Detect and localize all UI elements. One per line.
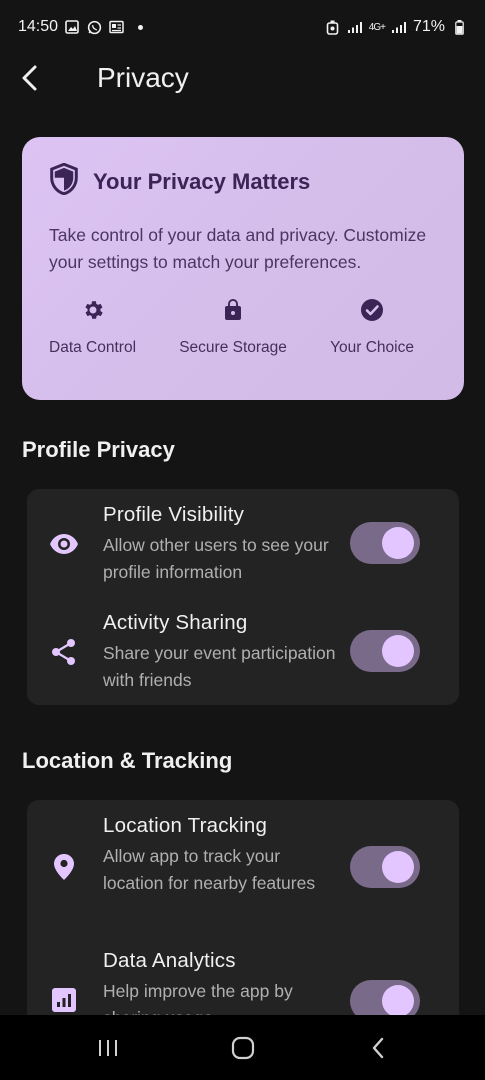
recent-apps-button[interactable]	[78, 1028, 138, 1068]
back-nav-button[interactable]	[348, 1028, 408, 1068]
signal-icon	[347, 19, 363, 35]
toggle-knob	[382, 527, 414, 559]
setting-title: Activity Sharing	[103, 611, 248, 634]
gallery-icon	[64, 19, 80, 35]
check-circle-icon	[360, 298, 384, 327]
status-bar: 14:50 4G+ 71%	[0, 0, 485, 54]
back-arrow-icon	[22, 65, 37, 91]
status-time: 14:50	[18, 18, 59, 35]
location-tracking-toggle[interactable]	[350, 846, 420, 888]
location-tracking-card: Location Tracking Allow app to track you…	[27, 800, 459, 1040]
hero-description: Take control of your data and privacy. C…	[49, 225, 427, 272]
feature-label: Your Choice	[330, 339, 414, 356]
battery-percent: 71%	[412, 18, 445, 35]
alarm-icon	[325, 19, 341, 35]
setting-description: Allow other users to see your profile in…	[103, 535, 329, 582]
section-title-profile-privacy: Profile Privacy	[22, 437, 175, 462]
network-type: 4G+	[368, 21, 386, 33]
profile-visibility-toggle[interactable]	[350, 522, 420, 564]
system-navigation-bar	[0, 1015, 485, 1080]
feature-label: Secure Storage	[179, 339, 287, 356]
toggle-knob	[382, 851, 414, 883]
setting-profile-visibility: Profile Visibility Allow other users to …	[27, 489, 459, 597]
privacy-hero-card: Your Privacy Matters Take control of you…	[22, 137, 464, 400]
shield-icon	[49, 162, 79, 200]
location-pin-icon	[49, 852, 79, 882]
feature-your-choice: Your Choice	[330, 298, 414, 357]
setting-title: Profile Visibility	[103, 503, 245, 526]
feature-data-control: Data Control	[49, 298, 136, 357]
recent-apps-icon	[98, 1039, 117, 1056]
lock-icon	[221, 298, 245, 327]
home-button[interactable]	[213, 1028, 273, 1068]
gear-icon	[81, 298, 105, 327]
status-left: 14:50	[18, 18, 144, 36]
feature-secure-storage: Secure Storage	[179, 298, 287, 357]
setting-location-tracking: Location Tracking Allow app to track you…	[27, 800, 459, 935]
setting-description: Share your event participation with frie…	[103, 643, 336, 690]
setting-description: Allow app to track your location for nea…	[103, 846, 316, 893]
analytics-icon	[49, 985, 79, 1015]
back-button[interactable]	[0, 54, 60, 102]
battery-icon	[451, 19, 467, 35]
whatsapp-icon	[86, 19, 102, 35]
profile-privacy-card: Profile Visibility Allow other users to …	[27, 489, 459, 705]
app-bar: Privacy	[0, 54, 485, 102]
page-title: Privacy	[97, 62, 189, 93]
news-icon	[108, 19, 124, 35]
back-nav-icon	[372, 1037, 383, 1058]
notification-dot	[138, 24, 144, 30]
activity-sharing-toggle[interactable]	[350, 630, 420, 672]
signal-icon-2	[391, 19, 407, 35]
share-icon	[49, 637, 79, 667]
hero-title: Your Privacy Matters	[93, 168, 311, 194]
setting-title: Data Analytics	[103, 949, 236, 972]
feature-label: Data Control	[49, 339, 137, 356]
toggle-knob	[382, 985, 414, 1017]
setting-activity-sharing: Activity Sharing Share your event partic…	[27, 597, 459, 705]
status-right: 4G+ 71%	[325, 18, 467, 36]
toggle-knob	[382, 635, 414, 667]
home-icon	[231, 1036, 254, 1059]
eye-icon	[49, 529, 79, 559]
hero-features: Data Control Secure Storage Your Choice	[49, 298, 438, 357]
section-title-location-tracking: Location & Tracking	[22, 748, 233, 773]
setting-title: Location Tracking	[103, 814, 268, 837]
